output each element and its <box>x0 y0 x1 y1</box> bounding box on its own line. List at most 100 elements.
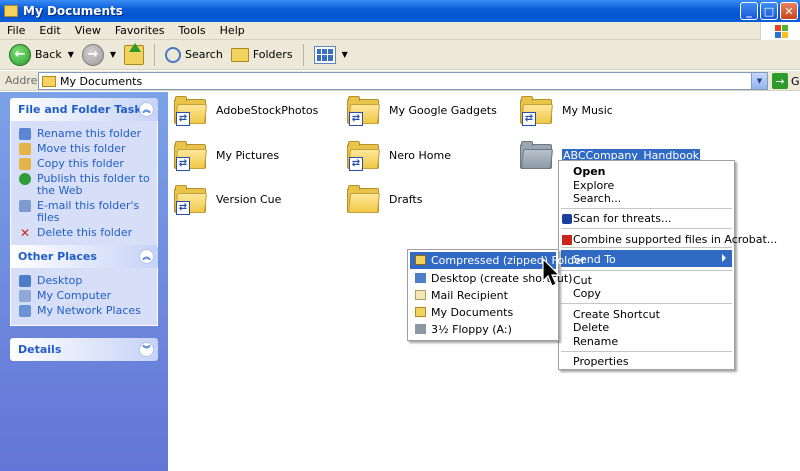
back-button[interactable]: ← Back ▼ <box>5 42 78 68</box>
submenu-item-my-documents[interactable]: My Documents <box>431 306 513 319</box>
task-copy[interactable]: Copy this folder <box>19 158 157 170</box>
address-bar: Address My Documents ▼ → Go <box>0 71 800 91</box>
close-button[interactable]: ✕ <box>780 2 798 20</box>
folders-icon <box>230 47 249 62</box>
menu-favorites[interactable]: Favorites <box>108 24 172 37</box>
menu-separator <box>561 228 732 229</box>
menu-item-delete[interactable]: Delete <box>573 321 609 334</box>
submenu-arrow-icon <box>722 254 726 262</box>
file-item[interactable]: ⇄ My Music <box>520 96 613 126</box>
windows-logo-icon <box>760 22 800 40</box>
send-to-submenu: Compressed (zipped) Folder Desktop (crea… <box>407 249 585 341</box>
submenu-item-mail[interactable]: Mail Recipient <box>431 289 508 302</box>
file-item[interactable]: ⇄ Nero Home <box>347 141 451 171</box>
submenu-item-compressed[interactable]: Compressed (zipped) Folder <box>431 254 585 267</box>
sync-icon: ⇄ <box>176 201 190 215</box>
folders-label: Folders <box>252 48 293 61</box>
menu-item-create-shortcut[interactable]: Create Shortcut <box>573 308 660 321</box>
zip-folder-icon <box>415 255 426 265</box>
forward-arrow-icon: → <box>81 43 104 66</box>
folder-icon: ⇄ <box>347 141 381 171</box>
menu-separator <box>561 208 732 209</box>
folder-icon: ⇄ <box>174 96 208 126</box>
folder-icon <box>520 141 554 169</box>
menu-item-copy[interactable]: Copy <box>573 287 601 300</box>
menu-file[interactable]: File <box>0 24 32 37</box>
file-item[interactable]: ⇄ Version Cue <box>174 185 281 215</box>
menu-item-cut[interactable]: Cut <box>573 274 592 287</box>
panel-header[interactable]: Details ︾ <box>10 338 158 361</box>
file-name: Nero Home <box>389 148 451 162</box>
file-name: Drafts <box>389 192 423 206</box>
folder-icon <box>415 307 426 317</box>
minimize-button[interactable]: _ <box>740 2 758 20</box>
file-item[interactable]: ⇄ My Pictures <box>174 141 279 171</box>
pictures-folder-icon: ⇄ <box>174 141 208 171</box>
computer-icon <box>19 290 31 302</box>
task-rename[interactable]: Rename this folder <box>19 128 157 140</box>
task-move[interactable]: Move this folder <box>19 143 157 155</box>
panel-title: Details <box>18 343 62 356</box>
place-network[interactable]: My Network Places <box>19 305 157 317</box>
go-button[interactable]: → Go <box>772 73 800 89</box>
chevron-down-icon[interactable]: ▼ <box>68 50 74 59</box>
panel-title: File and Folder Tasks <box>18 103 149 116</box>
chevron-down-icon[interactable]: ▼ <box>110 50 116 59</box>
address-input[interactable]: My Documents ▼ <box>38 72 768 90</box>
toolbar: ← Back ▼ → ▼ Search Folders ▼ <box>0 40 800 70</box>
file-item[interactable]: ⇄ AdobeStockPhotos <box>174 96 319 126</box>
file-name: AdobeStockPhotos <box>216 103 319 117</box>
music-folder-icon: ⇄ <box>520 96 554 126</box>
globe-icon <box>19 173 31 185</box>
menu-item-open[interactable]: Open <box>573 165 606 178</box>
place-my-computer[interactable]: My Computer <box>19 290 157 302</box>
panel-header[interactable]: File and Folder Tasks ︽ <box>10 98 158 121</box>
folder-icon: ⇄ <box>347 96 381 126</box>
menu-item-combine[interactable]: Combine supported files in Acrobat... <box>573 233 777 246</box>
menu-separator <box>561 351 732 352</box>
views-button[interactable]: ▼ <box>310 42 352 68</box>
maximize-button[interactable]: □ <box>760 2 778 20</box>
go-arrow-icon: → <box>772 73 788 89</box>
menu-view[interactable]: View <box>68 24 108 37</box>
menu-edit[interactable]: Edit <box>32 24 67 37</box>
file-item[interactable]: ⇄ My Google Gadgets <box>347 96 497 126</box>
task-publish[interactable]: Publish this folder to the Web <box>19 173 157 197</box>
back-arrow-icon: ← <box>9 43 31 66</box>
up-button[interactable] <box>120 42 148 68</box>
sync-icon: ⇄ <box>349 157 363 171</box>
search-label: Search <box>185 48 223 61</box>
menu-help[interactable]: Help <box>213 24 252 37</box>
folder-icon <box>4 5 18 17</box>
panel-header[interactable]: Other Places ︽ <box>10 245 158 268</box>
address-value: My Documents <box>60 74 143 88</box>
menu-tools[interactable]: Tools <box>172 24 213 37</box>
menu-item-properties[interactable]: Properties <box>573 355 629 368</box>
menu-item-search[interactable]: Search... <box>573 192 621 205</box>
menu-item-rename[interactable]: Rename <box>573 335 618 348</box>
toolbar-separator <box>302 43 304 66</box>
task-email[interactable]: E-mail this folder's files <box>19 200 157 224</box>
other-places-panel: Other Places ︽ Desktop My Computer My Ne… <box>10 245 158 326</box>
place-desktop[interactable]: Desktop <box>19 275 157 287</box>
submenu-item-floppy[interactable]: 3½ Floppy (A:) <box>431 323 512 336</box>
menu-separator <box>561 303 732 304</box>
chevron-down-icon[interactable]: ▼ <box>342 50 348 59</box>
menu-item-scan[interactable]: Scan for threats... <box>573 212 671 225</box>
file-name: My Music <box>562 103 613 117</box>
search-button[interactable]: Search <box>161 42 227 68</box>
expand-icon[interactable]: ︾ <box>139 342 154 357</box>
folders-button[interactable]: Folders <box>227 42 297 68</box>
task-delete[interactable]: ✕ Delete this folder <box>19 227 157 240</box>
collapse-icon[interactable]: ︽ <box>139 249 154 264</box>
menu-item-explore[interactable]: Explore <box>573 179 614 192</box>
forward-button[interactable]: → ▼ <box>78 42 120 68</box>
copy-icon <box>19 158 31 170</box>
collapse-icon[interactable]: ︽ <box>139 102 154 117</box>
menu-separator <box>561 247 732 248</box>
acrobat-icon <box>562 235 572 245</box>
panel-title: Other Places <box>18 250 97 263</box>
file-item[interactable]: Drafts <box>347 185 422 213</box>
chevron-down-icon[interactable]: ▼ <box>751 73 767 89</box>
views-icon <box>313 45 336 64</box>
